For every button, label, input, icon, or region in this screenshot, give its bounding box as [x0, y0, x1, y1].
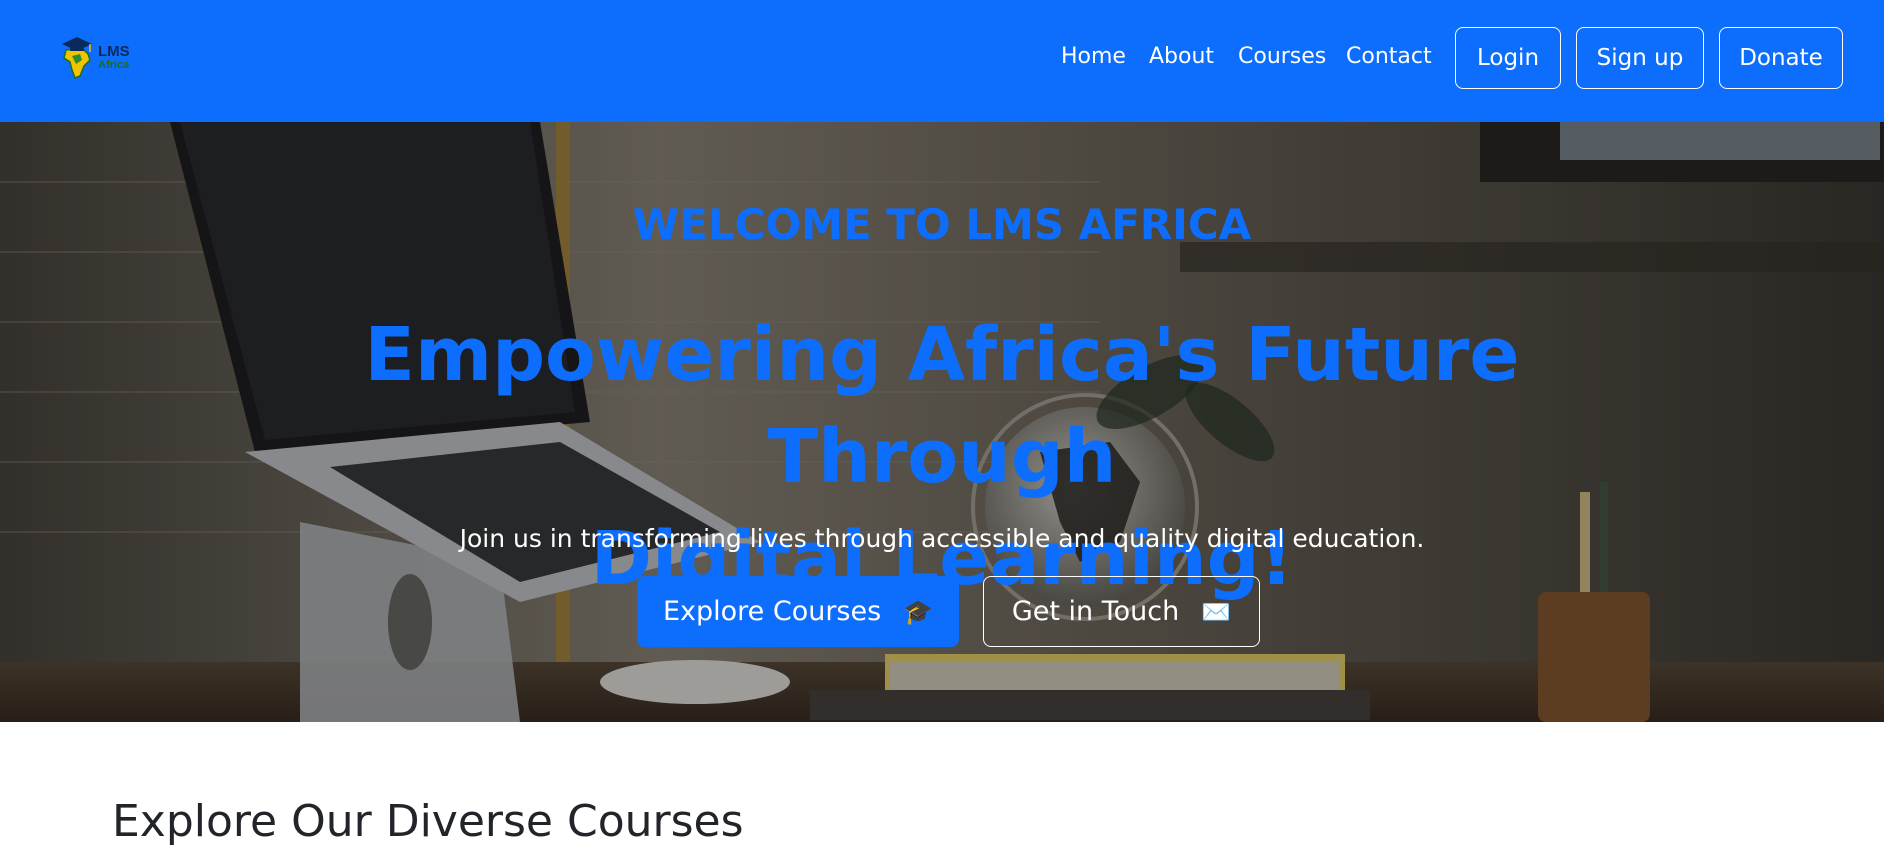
top-navbar: LMS Africa Home About Courses Contact Lo…: [0, 0, 1884, 122]
brand-subname: Africa: [98, 59, 130, 71]
signup-button[interactable]: Sign up: [1576, 27, 1704, 89]
graduation-cap-africa-icon: [62, 37, 92, 79]
nav-home-link[interactable]: Home: [1061, 44, 1126, 69]
brand-name: LMS: [98, 43, 130, 60]
explore-courses-label: Explore Courses: [662, 596, 882, 627]
courses-section-title: Explore Our Diverse Courses: [112, 796, 744, 847]
brand-logo[interactable]: LMS Africa: [60, 34, 150, 84]
nav-about-link[interactable]: About: [1149, 44, 1214, 69]
login-button[interactable]: Login: [1455, 27, 1561, 89]
hero-title: Empowering Africa's Future Through Digit…: [200, 304, 1684, 610]
hero-subtitle: Join us in transforming lives through ac…: [459, 524, 1425, 553]
hero-title-line-1: Empowering Africa's Future Through: [364, 312, 1520, 500]
get-in-touch-label: Get in Touch: [1011, 596, 1180, 627]
hero-eyebrow-heading: WELCOME TO LMS AFRICA: [632, 200, 1252, 249]
graduation-cap-icon: 🎓: [903, 597, 934, 626]
nav-courses-link[interactable]: Courses: [1238, 44, 1326, 69]
envelope-icon: ✉️: [1201, 597, 1232, 626]
get-in-touch-button[interactable]: Get in Touch ✉️: [983, 576, 1260, 647]
nav-contact-link[interactable]: Contact: [1346, 44, 1432, 69]
donate-button[interactable]: Donate: [1719, 27, 1843, 89]
explore-courses-button[interactable]: Explore Courses 🎓: [637, 576, 959, 647]
